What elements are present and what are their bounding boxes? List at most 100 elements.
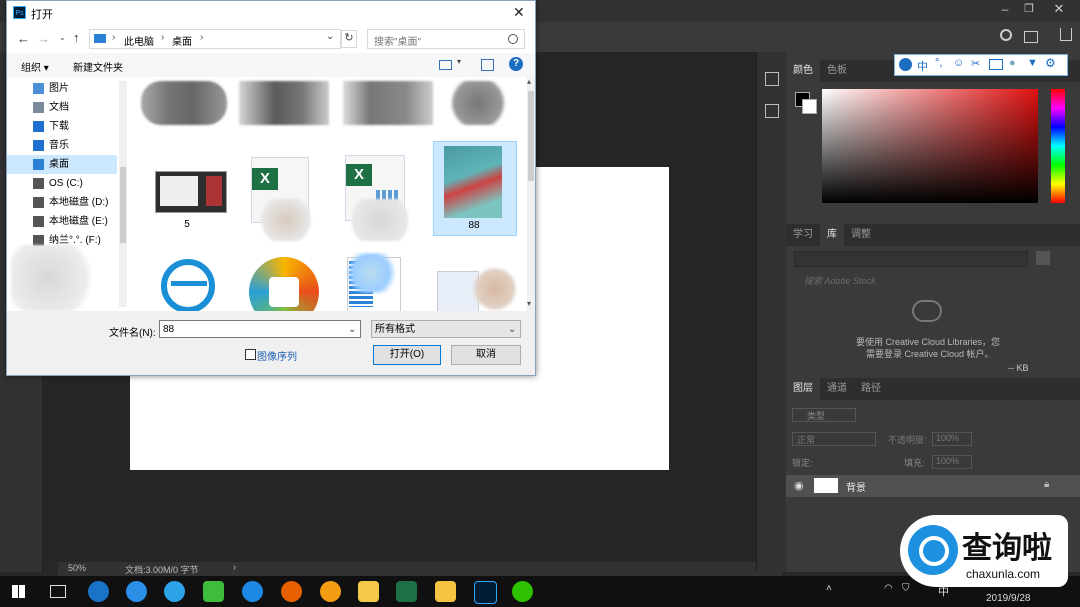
file-item-excel[interactable]: X xyxy=(333,141,419,241)
scissors-icon[interactable]: ✂ xyxy=(971,57,980,70)
chevron-down-icon[interactable]: ⌄ xyxy=(348,321,356,339)
chevron-right-icon[interactable]: › xyxy=(233,562,236,572)
file-explorer-icon[interactable] xyxy=(435,581,456,602)
tab-paths[interactable]: 路径 xyxy=(854,378,888,400)
recent-locations-icon[interactable]: ⌄ xyxy=(59,33,66,42)
nav-item[interactable]: 下载 xyxy=(7,117,117,136)
iqiyi-icon[interactable] xyxy=(203,581,224,602)
settings-gear-icon[interactable]: ⚙ xyxy=(1045,56,1056,70)
file-item-excel[interactable]: X xyxy=(237,141,323,241)
chevron-up-icon[interactable]: ˄ xyxy=(826,583,832,594)
filetype-select[interactable]: 所有格式 ⌄ xyxy=(371,320,521,338)
cancel-button[interactable]: 取消 xyxy=(451,345,521,365)
file-item-88[interactable]: 88 xyxy=(433,141,517,236)
keyboard-icon[interactable] xyxy=(989,59,1003,70)
chevron-up-icon[interactable]: ▴ xyxy=(527,77,531,86)
nav-item[interactable]: 音乐 xyxy=(7,136,117,155)
close-window-button[interactable]: ✕ xyxy=(1050,1,1068,17)
background-color-swatch[interactable] xyxy=(802,99,817,114)
visibility-eye-icon[interactable]: ◉ xyxy=(794,479,804,492)
shirt-icon[interactable]: ▼ xyxy=(1027,57,1038,69)
back-arrow-icon[interactable]: ← xyxy=(17,31,30,46)
tab-layers[interactable]: 图层 xyxy=(786,378,820,400)
breadcrumb-desktop[interactable]: 桌面 xyxy=(172,33,192,48)
kugou-icon[interactable] xyxy=(242,581,263,602)
layer-filter-select[interactable]: 类型 xyxy=(792,408,856,422)
open-button[interactable]: 打开(O) xyxy=(373,345,441,365)
tab-swatches[interactable]: 色板 xyxy=(820,60,854,82)
nav-scrollbar[interactable] xyxy=(119,81,127,307)
browser-icon[interactable] xyxy=(320,581,341,602)
windows-start-icon[interactable] xyxy=(12,585,25,598)
nav-item[interactable]: 文档 xyxy=(7,98,117,117)
ie-icon[interactable] xyxy=(164,581,185,602)
close-icon[interactable]: ✕ xyxy=(513,4,525,21)
nav-item[interactable]: 本地磁盘 (E:) xyxy=(7,212,117,231)
nav-item[interactable]: 本地磁盘 (D:) xyxy=(7,193,117,212)
chevron-down-icon[interactable]: ⌄ xyxy=(326,31,334,42)
chevron-down-icon[interactable]: ⌄ xyxy=(508,321,516,339)
nav-item[interactable]: OS (C:) xyxy=(7,174,117,193)
file-item-5[interactable]: 5 xyxy=(147,141,231,233)
layer-row[interactable]: ◉ 背景 🔒︎ xyxy=(786,475,1080,497)
refresh-icon[interactable]: ↻ xyxy=(341,30,357,48)
file-scroll-thumb[interactable] xyxy=(528,91,534,181)
file-scrollbar[interactable]: ▴ ▾ xyxy=(527,77,535,311)
search-icon[interactable] xyxy=(1000,29,1012,41)
share-icon[interactable] xyxy=(1060,28,1072,41)
nav-item[interactable]: 桌面 xyxy=(7,155,117,174)
chevron-down-icon[interactable]: ▾ xyxy=(527,299,531,308)
screenshot-file-icon[interactable] xyxy=(435,267,517,313)
tab-learn[interactable]: 学习 xyxy=(786,224,820,246)
photoshop-taskbar-icon[interactable] xyxy=(474,581,497,604)
firefox-icon[interactable] xyxy=(281,581,302,602)
tab-channels[interactable]: 通道 xyxy=(820,378,854,400)
fill-input[interactable]: 100% xyxy=(932,455,972,469)
new-folder-button[interactable]: 新建文件夹 xyxy=(73,59,123,74)
app-logo-icon[interactable] xyxy=(247,253,323,327)
tab-color[interactable]: 颜色 xyxy=(786,60,820,82)
workspace-icon[interactable] xyxy=(1024,31,1038,43)
tab-libraries[interactable]: 库 xyxy=(820,224,844,246)
ime-chinese-icon[interactable]: 中 xyxy=(917,58,928,74)
clock-date[interactable]: 2019/9/28 xyxy=(986,593,1031,604)
view-options-icon[interactable] xyxy=(439,60,452,70)
excel-icon[interactable] xyxy=(396,581,417,602)
zoom-level[interactable]: 50% xyxy=(68,563,86,573)
library-dropdown[interactable] xyxy=(794,251,1028,267)
preview-pane-icon[interactable] xyxy=(481,59,494,71)
tab-adjustments[interactable]: 调整 xyxy=(844,224,878,246)
image-sequence-checkbox[interactable] xyxy=(245,349,256,360)
breadcrumb-this-pc[interactable]: 此电脑 xyxy=(124,33,154,48)
search-input[interactable]: 搜索"桌面" xyxy=(367,29,525,49)
punctuation-icon[interactable]: °, xyxy=(935,57,942,69)
address-box[interactable]: › 此电脑 › 桌面 › ⌄ xyxy=(89,29,341,49)
screenshot-file-icon[interactable] xyxy=(341,253,415,313)
person-icon[interactable]: ● xyxy=(1009,57,1016,69)
stock-search-input[interactable]: 搜索 Adobe Stock xyxy=(794,274,1080,288)
nav-scroll-thumb[interactable] xyxy=(120,167,126,243)
hue-slider[interactable] xyxy=(1051,89,1065,203)
up-arrow-icon[interactable]: ↑ xyxy=(73,30,80,45)
layer-name[interactable]: 背景 xyxy=(846,479,866,494)
network-icon[interactable]: ◠ xyxy=(884,583,893,594)
shield-icon[interactable]: ⛉ xyxy=(902,583,910,594)
grid-view-icon[interactable] xyxy=(1036,251,1050,265)
restore-button[interactable]: ❐ xyxy=(1020,2,1038,18)
organize-button[interactable]: 组织 ▾ xyxy=(21,59,49,74)
chevron-down-icon[interactable]: ▾ xyxy=(457,57,461,66)
help-icon[interactable]: ? xyxy=(509,57,523,71)
wechat-icon[interactable] xyxy=(512,581,533,602)
forward-arrow-icon[interactable]: → xyxy=(37,31,50,46)
emoji-icon[interactable]: ☺ xyxy=(953,57,964,69)
sogou-icon[interactable] xyxy=(126,581,147,602)
history-icon[interactable] xyxy=(765,72,779,86)
nav-item[interactable]: 图片 xyxy=(7,79,117,98)
color-field[interactable] xyxy=(822,89,1038,203)
task-view-icon[interactable] xyxy=(50,585,66,598)
minimize-button[interactable]: – xyxy=(996,2,1014,18)
ie-browser-icon[interactable] xyxy=(159,257,221,313)
list-view-icon[interactable] xyxy=(1054,251,1068,265)
user-icon[interactable] xyxy=(899,58,912,71)
image-sequence-label[interactable]: 图像序列 xyxy=(257,348,297,363)
